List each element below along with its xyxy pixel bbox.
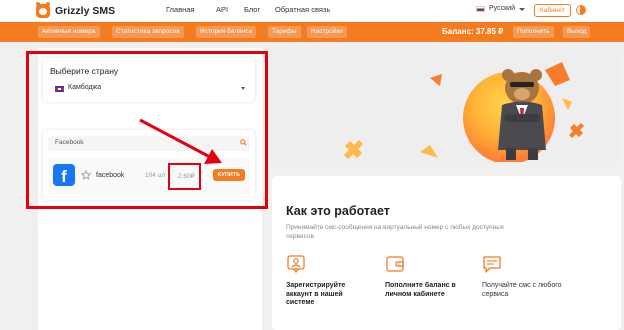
annotation-highlight-box: [26, 51, 268, 209]
logout-button[interactable]: Выход: [563, 26, 591, 38]
cabinet-button[interactable]: Кабинет: [534, 4, 571, 17]
tab-balance-history[interactable]: История баланса: [196, 26, 257, 38]
theme-toggle-icon[interactable]: [576, 5, 586, 15]
step-topup: Пополните баланс в личном кабинете: [385, 282, 456, 298]
how-it-works-card: Как это работает Принимайте смс-сообщени…: [272, 176, 621, 330]
sms-message-icon: [483, 256, 501, 273]
annotation-price-highlight: [168, 163, 201, 190]
step-receive-sms: Получайте смс с любого сервиса: [482, 282, 562, 298]
hero-illustration: [344, 62, 584, 160]
register-user-icon: [287, 255, 305, 274]
bear-logo-icon: [36, 2, 50, 18]
step-register: Зарегистрируйте аккаунт в нашей системе: [286, 282, 346, 306]
nav-link-blog[interactable]: Блог: [244, 5, 260, 14]
language-label: Русский: [489, 5, 515, 12]
tab-settings[interactable]: Настройки: [307, 26, 347, 38]
nav-link-home[interactable]: Главная: [166, 5, 195, 14]
brand-logo[interactable]: Grizzly SMS: [36, 2, 116, 18]
nav-link-api[interactable]: API: [216, 5, 228, 14]
tab-active-numbers[interactable]: Активные номера: [38, 26, 100, 38]
balance-display: Баланс: 37.85 ₽: [442, 27, 504, 36]
russia-flag-icon: [476, 5, 485, 12]
tab-request-stats[interactable]: Статистика запросов: [112, 26, 184, 38]
brand-name: Grizzly SMS: [55, 5, 116, 17]
topup-button[interactable]: Пополнить: [513, 26, 554, 38]
wallet-icon: [386, 256, 404, 272]
how-it-works-title: Как это работает: [286, 204, 390, 218]
tab-tariffs[interactable]: Тарифы: [268, 26, 301, 38]
account-nav-bar: Активные номера Статистика запросов Исто…: [0, 22, 624, 42]
nav-link-feedback[interactable]: Обратная связь: [275, 5, 330, 14]
hero-banner: [270, 50, 621, 162]
language-selector[interactable]: Русский: [476, 5, 515, 12]
chevron-down-icon[interactable]: [519, 8, 525, 11]
top-header: Grizzly SMS Главная API Блог Обратная св…: [0, 0, 624, 22]
how-it-works-subtitle: Принимайте смс-сообщения на виртуальный …: [286, 224, 505, 240]
